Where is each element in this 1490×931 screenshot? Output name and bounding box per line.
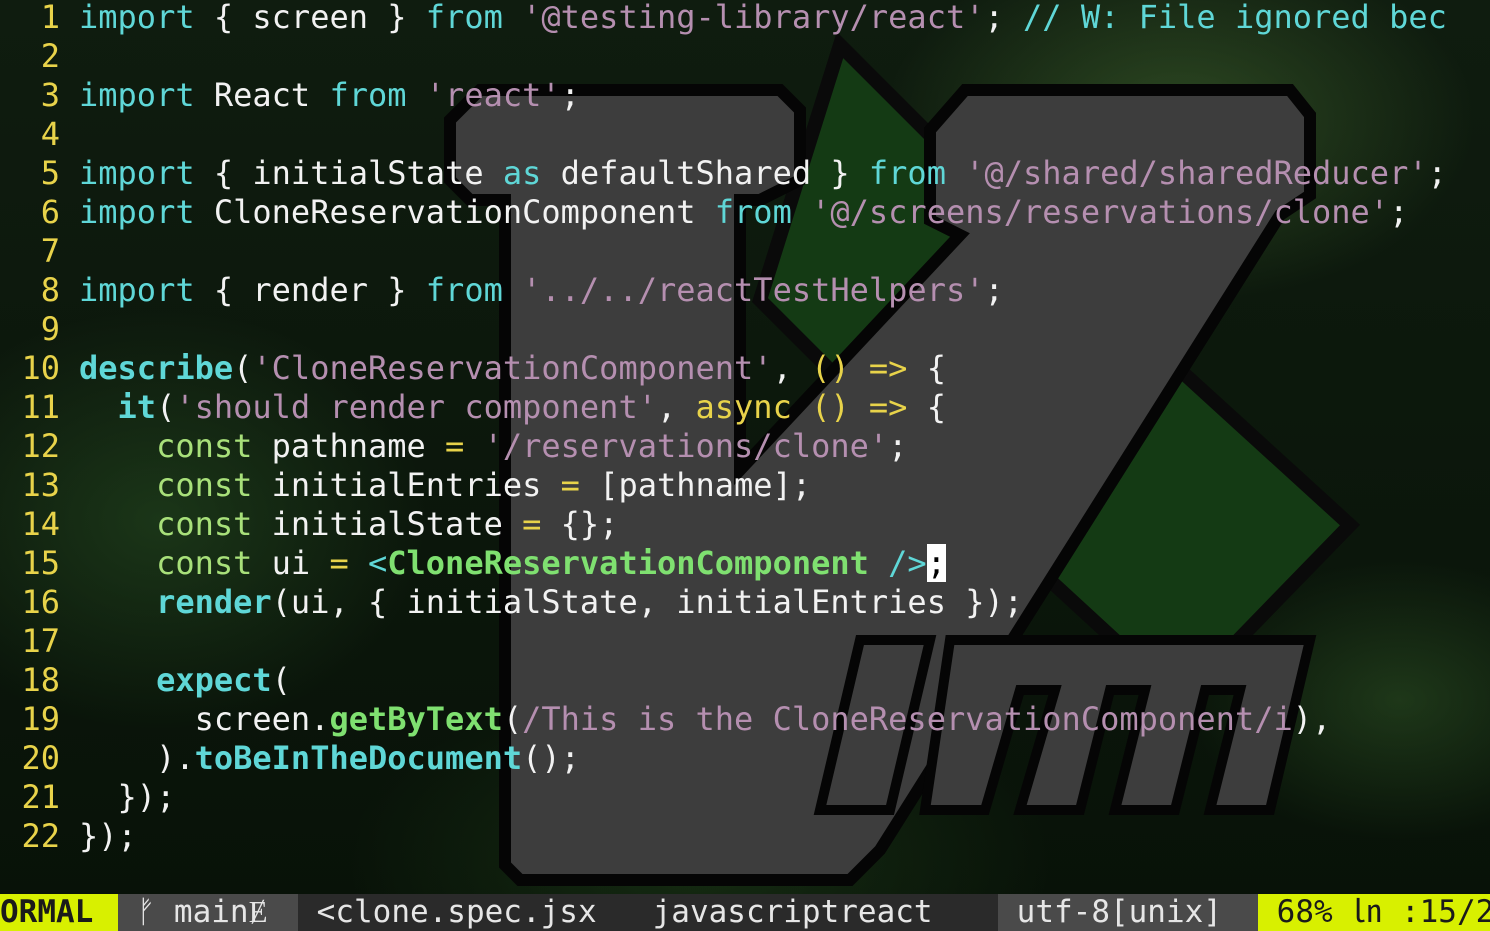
line-number: 13 bbox=[21, 466, 60, 504]
git-branch: ᚠ mainɆ bbox=[118, 894, 298, 931]
line-number: 9 bbox=[40, 310, 60, 348]
file-encoding: utf-8[unix] bbox=[998, 894, 1258, 931]
code-text: describe('CloneReservationComponent', ()… bbox=[79, 349, 946, 387]
filename: <clone.spec.jsx bbox=[298, 894, 597, 930]
code-text: import CloneReservationComponent from '@… bbox=[79, 193, 1409, 231]
line-number: 19 bbox=[21, 700, 60, 738]
editor-buffer[interactable]: 1 import { screen } from '@testing-librar… bbox=[0, 0, 1490, 894]
line-number: 10 bbox=[21, 349, 60, 387]
line-number: 6 bbox=[40, 193, 60, 231]
code-text: import { initialState as defaultShared }… bbox=[79, 154, 1447, 192]
code-text: expect( bbox=[156, 661, 291, 699]
line-number: 21 bbox=[21, 778, 60, 816]
code-text: const pathname = '/reservations/clone'; bbox=[156, 427, 908, 465]
line-number: 18 bbox=[21, 661, 60, 699]
line-number: 17 bbox=[21, 622, 60, 660]
code-text: const initialEntries = [pathname]; bbox=[156, 466, 812, 504]
branch-label: ᚠ main bbox=[118, 894, 249, 930]
line-number: 5 bbox=[40, 154, 60, 192]
filetype: javascriptreact bbox=[652, 894, 933, 930]
code-text: ).toBeInTheDocument(); bbox=[79, 739, 580, 777]
line-number: 2 bbox=[40, 37, 60, 75]
line-number: 22 bbox=[21, 817, 60, 855]
line-number: 1 bbox=[40, 0, 60, 36]
mode-indicator: ORMAL bbox=[0, 894, 118, 931]
code-text: it('should render component', async () =… bbox=[117, 388, 946, 426]
code-text: }); bbox=[79, 817, 137, 855]
code-text: screen.getByText(/This is the CloneReser… bbox=[79, 700, 1332, 738]
line-number: 12 bbox=[21, 427, 60, 465]
code-text: render(ui, { initialState, initialEntrie… bbox=[156, 583, 1024, 621]
branch-status-icon: Ɇ bbox=[248, 894, 268, 930]
line-number: 20 bbox=[21, 739, 60, 777]
line-number: 3 bbox=[40, 76, 60, 114]
code-text: const initialState = {}; bbox=[156, 505, 619, 543]
code-text: }); bbox=[79, 778, 176, 816]
code-text: import React from 'react'; bbox=[79, 76, 580, 114]
line-number: 14 bbox=[21, 505, 60, 543]
cursor-position: 68% ㏑ :15/2 bbox=[1258, 894, 1490, 931]
line-number: 7 bbox=[40, 232, 60, 270]
code-text: import { render } from '../../reactTestH… bbox=[79, 271, 1004, 309]
line-number: 16 bbox=[21, 583, 60, 621]
line-number: 15 bbox=[21, 544, 60, 582]
line-number: 11 bbox=[21, 388, 60, 426]
file-info: <clone.spec.jsx javascriptreact bbox=[298, 894, 998, 931]
status-line: ORMAL ᚠ mainɆ <clone.spec.jsx javascript… bbox=[0, 894, 1490, 931]
code-text: import { screen } from '@testing-library… bbox=[79, 0, 1447, 36]
line-number: 8 bbox=[40, 271, 60, 309]
code-text: const ui = <CloneReservationComponent />… bbox=[156, 544, 946, 582]
line-number: 4 bbox=[40, 115, 60, 153]
